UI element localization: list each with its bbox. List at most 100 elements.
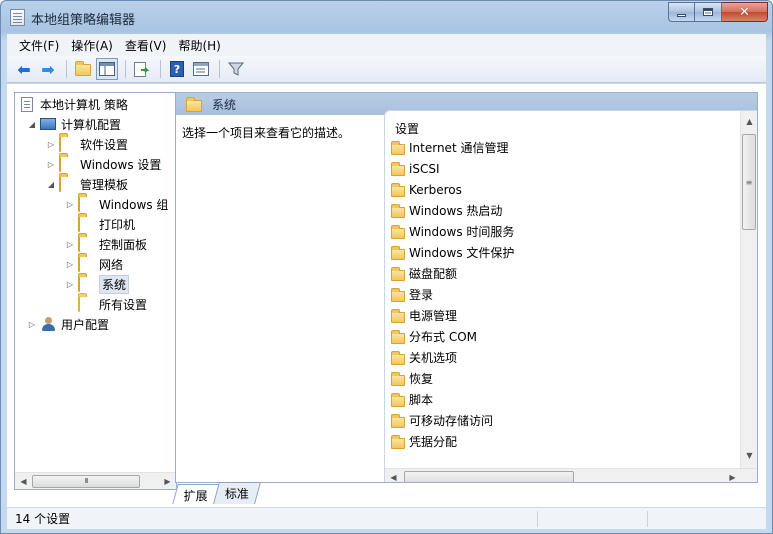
folder-icon xyxy=(391,308,405,323)
toolbar-separator xyxy=(160,60,161,78)
folder-icon xyxy=(391,350,405,365)
expand-arrow-icon[interactable]: ▷ xyxy=(65,240,75,249)
folder-icon xyxy=(59,176,61,192)
list-item[interactable]: 电源管理 xyxy=(391,305,736,326)
folder-icon xyxy=(391,161,405,176)
tree-node-software-settings[interactable]: ▷ 软件设置 xyxy=(46,134,128,154)
computer-icon xyxy=(40,118,56,130)
folder-open-icon xyxy=(78,276,80,292)
status-text: 14 个设置 xyxy=(15,512,71,526)
list-item[interactable]: 关机选项 xyxy=(391,347,736,368)
toolbar: ⬅ ➡ ? xyxy=(7,56,766,83)
tree-label-network: 网络 xyxy=(99,257,124,272)
folder-icon xyxy=(391,224,405,239)
menu-file[interactable]: 文件(F) xyxy=(13,35,65,56)
folder-up-icon xyxy=(75,61,91,76)
expand-arrow-icon[interactable]: ▷ xyxy=(46,160,56,169)
tree-node-network[interactable]: ▷ 网络 xyxy=(65,254,123,274)
toolbar-separator xyxy=(125,60,126,78)
details-pane: 系统 选择一个项目来查看它的描述。 设置 Internet 通信管理 iSCSI… xyxy=(175,92,758,483)
maximize-button[interactable] xyxy=(695,2,722,22)
svg-text:?: ? xyxy=(174,63,180,76)
tree-node-admin-templates[interactable]: ◢ 管理模板 xyxy=(46,174,128,194)
list-item[interactable]: 分布式 COM xyxy=(391,326,736,347)
back-button[interactable]: ⬅ xyxy=(13,58,35,80)
folder-icon xyxy=(391,182,405,197)
tree-node-all-settings[interactable]: 所有设置 xyxy=(78,294,147,314)
collapse-arrow-icon[interactable]: ◢ xyxy=(27,120,37,129)
scroll-up-arrow-icon[interactable]: ▲ xyxy=(741,113,757,130)
app-window: 本地组策略编辑器 ✕ 文件(F) 操作(A) 查看(V) 帮助(H) ⬅ ➡ ? xyxy=(0,0,773,534)
collapse-arrow-icon[interactable]: ◢ xyxy=(46,180,56,189)
list-item[interactable]: 恢复 xyxy=(391,368,736,389)
scroll-thumb[interactable]: ≡ xyxy=(742,134,756,230)
tree-node-user-config[interactable]: ▷ 用户配置 xyxy=(27,314,109,334)
tree-label-windows-components: Windows 组 xyxy=(99,197,169,212)
list-item[interactable]: Internet 通信管理 xyxy=(391,137,736,158)
main-content: 本地计算机 策略 ◢ 计算机配置 ▷ 软件设置 ▷ Windows 设置 ◢ 管… xyxy=(7,84,766,507)
properties-icon xyxy=(193,62,209,76)
export-list-icon xyxy=(134,61,150,77)
tree-node-computer-config[interactable]: ◢ 计算机配置 xyxy=(27,114,121,134)
tree-node-windows-settings[interactable]: ▷ Windows 设置 xyxy=(46,154,161,174)
help-button[interactable]: ? xyxy=(166,58,188,80)
list-item[interactable]: Windows 文件保护 xyxy=(391,242,736,263)
tab-extended[interactable]: 扩展 xyxy=(172,484,220,504)
close-button[interactable]: ✕ xyxy=(722,2,768,22)
menu-action[interactable]: 操作(A) xyxy=(65,35,119,56)
menu-bar: 文件(F) 操作(A) 查看(V) 帮助(H) xyxy=(7,34,766,56)
expand-arrow-icon[interactable]: ▷ xyxy=(27,320,37,329)
expand-arrow-icon[interactable]: ▷ xyxy=(65,280,75,289)
console-tree-pane: 本地计算机 策略 ◢ 计算机配置 ▷ 软件设置 ▷ Windows 设置 ◢ 管… xyxy=(14,92,177,490)
list-item[interactable]: 可移动存储访问 xyxy=(391,410,736,431)
expand-arrow-icon[interactable]: ▷ xyxy=(65,200,75,209)
scroll-right-arrow-icon[interactable]: ▶ xyxy=(159,473,176,490)
tree-label-printers: 打印机 xyxy=(99,217,136,232)
list-item[interactable]: Kerberos xyxy=(391,179,736,200)
window-controls: ✕ xyxy=(668,2,768,22)
menu-help[interactable]: 帮助(H) xyxy=(172,35,226,56)
title-bar[interactable]: 本地组策略编辑器 ✕ xyxy=(1,1,772,33)
settings-vertical-scrollbar[interactable]: ▲ ≡ ▼ xyxy=(740,111,757,468)
list-item[interactable]: 脚本 xyxy=(391,389,736,410)
tree-label-windows-settings: Windows 设置 xyxy=(80,157,162,172)
list-item[interactable]: 凭据分配 xyxy=(391,431,736,452)
tree-node-control-panel[interactable]: ▷ 控制面板 xyxy=(65,234,147,254)
maximize-icon xyxy=(703,8,713,16)
tree-node-root[interactable]: 本地计算机 策略 xyxy=(19,94,128,114)
filter-button[interactable] xyxy=(225,58,247,80)
expand-arrow-icon[interactable]: ▷ xyxy=(65,260,75,269)
list-item[interactable]: 磁盘配额 xyxy=(391,263,736,284)
list-item[interactable]: 登录 xyxy=(391,284,736,305)
scroll-right-arrow-icon[interactable]: ▶ xyxy=(724,469,741,483)
tree-node-windows-components[interactable]: ▷ Windows 组 xyxy=(65,194,168,214)
tab-standard[interactable]: 标准 xyxy=(213,482,261,504)
list-item[interactable]: Windows 热启动 xyxy=(391,200,736,221)
tree-horizontal-scrollbar[interactable]: ◀ III ▶ xyxy=(15,472,176,489)
tree-node-printers[interactable]: 打印机 xyxy=(78,214,135,234)
up-one-level-button[interactable] xyxy=(72,58,94,80)
list-item[interactable]: iSCSI xyxy=(391,158,736,179)
window-title: 本地组策略编辑器 xyxy=(31,13,136,28)
list-item[interactable]: Windows 时间服务 xyxy=(391,221,736,242)
tree-node-system[interactable]: ▷ 系统 xyxy=(65,274,130,294)
column-header-setting[interactable]: 设置 xyxy=(395,120,419,137)
minimize-button[interactable] xyxy=(668,2,695,22)
scroll-thumb[interactable] xyxy=(404,470,574,482)
tree-label-computer-config: 计算机配置 xyxy=(61,117,122,132)
console-tree: 本地计算机 策略 ◢ 计算机配置 ▷ 软件设置 ▷ Windows 设置 ◢ 管… xyxy=(15,93,176,471)
folder-icon xyxy=(391,245,405,260)
scroll-down-arrow-icon[interactable]: ▼ xyxy=(741,447,757,464)
scroll-left-arrow-icon[interactable]: ◀ xyxy=(385,469,402,483)
menu-view[interactable]: 查看(V) xyxy=(119,35,173,56)
properties-button[interactable] xyxy=(190,58,212,80)
forward-button[interactable]: ➡ xyxy=(37,58,59,80)
expand-arrow-icon[interactable]: ▷ xyxy=(46,140,56,149)
folder-icon xyxy=(391,413,405,428)
export-list-button[interactable] xyxy=(131,58,153,80)
scroll-left-arrow-icon[interactable]: ◀ xyxy=(15,473,32,490)
settings-horizontal-scrollbar[interactable]: ◀ ▶ xyxy=(385,468,757,483)
scroll-thumb[interactable]: III xyxy=(32,474,140,488)
show-hide-tree-button[interactable] xyxy=(96,58,118,80)
folder-icon xyxy=(59,136,61,152)
